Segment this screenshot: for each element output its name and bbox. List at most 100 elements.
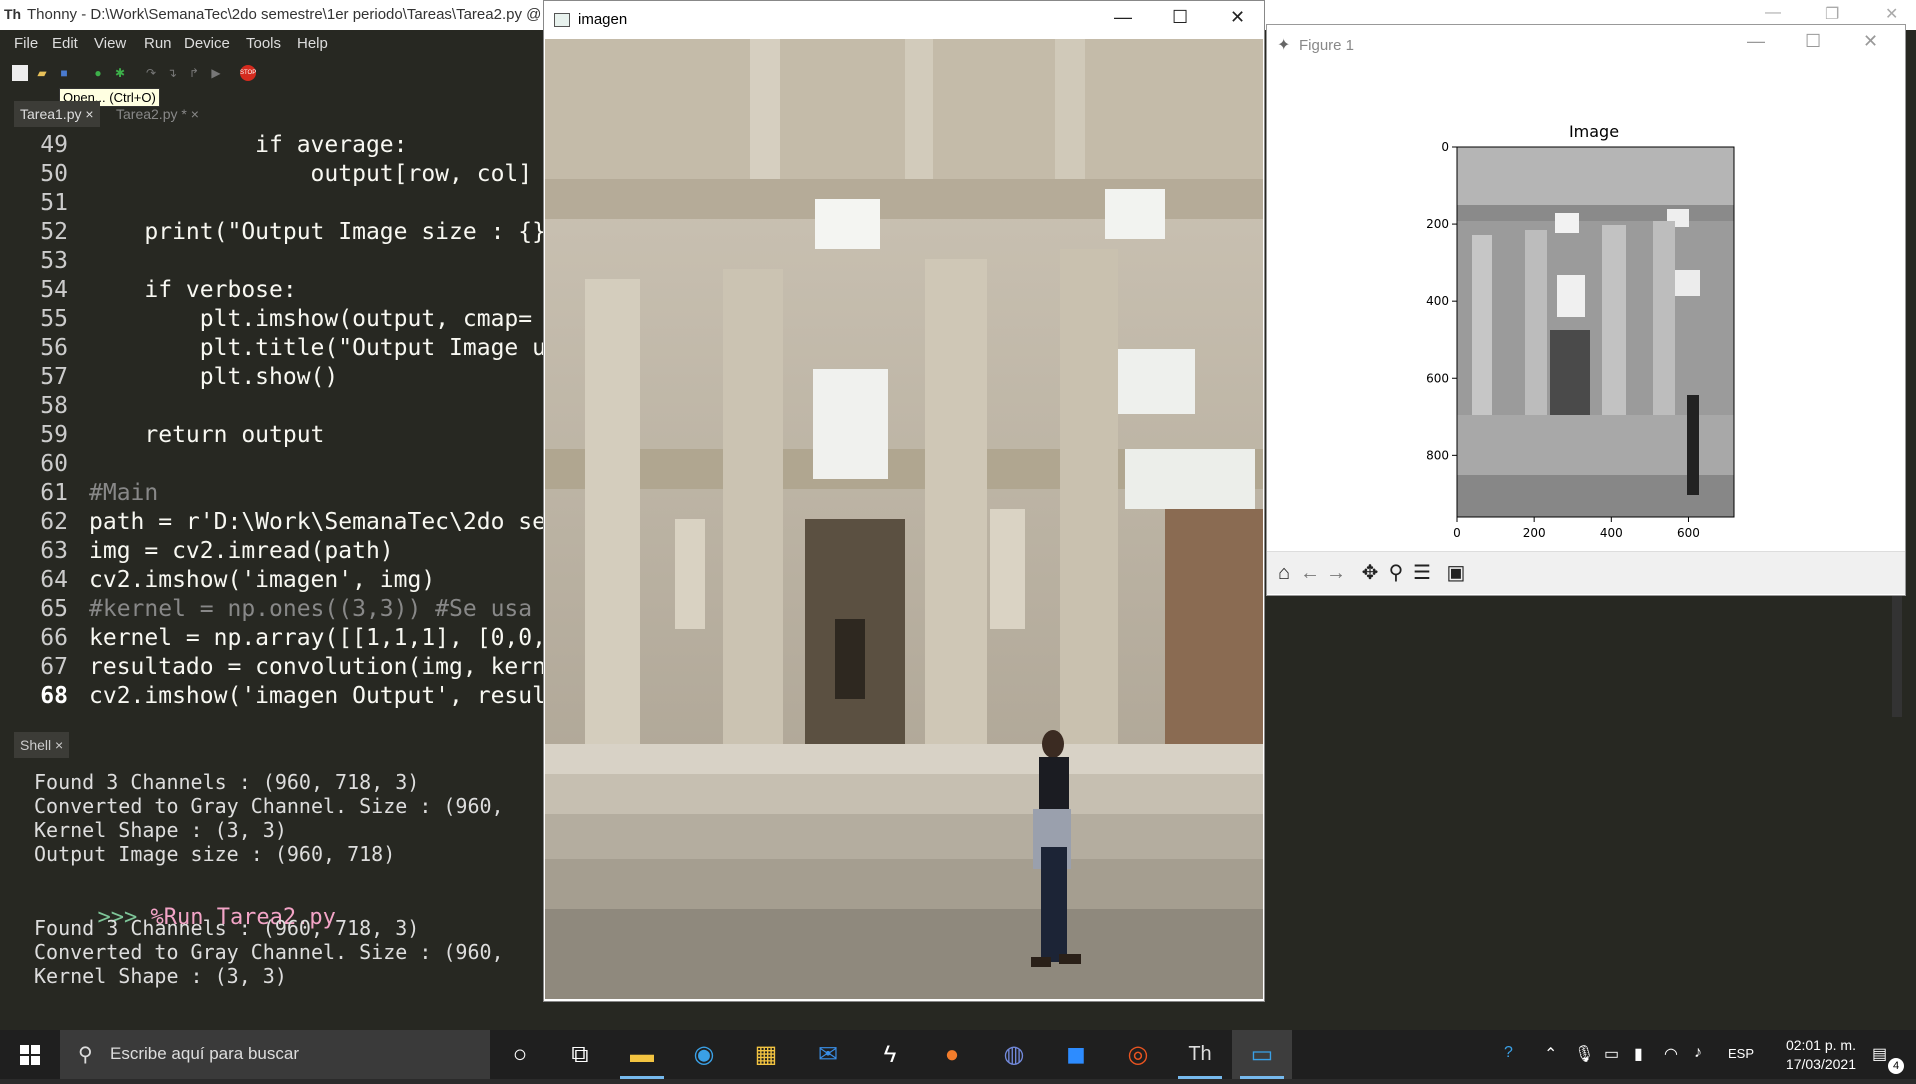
run-icon[interactable]: ● xyxy=(90,65,106,81)
shell-output-line: Kernel Shape : (3, 3) xyxy=(34,818,287,842)
volume-icon[interactable]: ♪ xyxy=(1694,1044,1702,1062)
line-number: 55 xyxy=(40,306,68,332)
maximize-icon[interactable]: ☐ xyxy=(1172,7,1188,28)
home-icon[interactable]: ⌂ xyxy=(1271,560,1297,586)
close-icon[interactable]: ✕ xyxy=(1230,7,1245,28)
line-number: 63 xyxy=(40,538,68,564)
save-icon[interactable]: ▣ xyxy=(1443,560,1469,586)
chevron-up-icon[interactable]: ⌃ xyxy=(1544,1044,1557,1064)
line-number: 57 xyxy=(40,364,68,390)
line-number: 50 xyxy=(40,161,68,187)
menu-run[interactable]: Run xyxy=(144,35,172,52)
close-icon[interactable]: ✕ xyxy=(1885,4,1898,24)
firefox-icon[interactable]: ● xyxy=(922,1030,982,1079)
battery-icon[interactable]: ▮ xyxy=(1634,1044,1643,1064)
code-line: plt.imshow(output, cmap= xyxy=(89,306,533,332)
shell-output-line: Kernel Shape : (3, 3) xyxy=(34,964,287,988)
minimize-icon[interactable]: — xyxy=(1114,7,1132,28)
shell-output-line: Converted to Gray Channel. Size : (960, xyxy=(34,794,504,818)
menu-view[interactable]: View xyxy=(94,35,126,52)
step-into-icon[interactable]: ↴ xyxy=(164,65,180,81)
line-number: 49 xyxy=(40,132,68,158)
help-icon[interactable]: ? xyxy=(1504,1044,1513,1062)
menu-file[interactable]: File xyxy=(14,35,38,52)
notifications-icon[interactable]: ▤ xyxy=(1872,1044,1887,1064)
start-button[interactable] xyxy=(0,1030,60,1079)
configure-icon[interactable]: ☰ xyxy=(1409,560,1435,586)
minimize-icon[interactable]: — xyxy=(1747,31,1765,52)
shell-output-line: Found 3 Channels : (960, 718, 3) xyxy=(34,916,420,940)
mail-icon[interactable]: ✉ xyxy=(798,1030,858,1079)
wifi-icon[interactable]: ◠ xyxy=(1664,1044,1678,1064)
library-photo xyxy=(545,39,1263,999)
thonny-taskbar-icon[interactable]: Th xyxy=(1170,1030,1230,1079)
forward-icon[interactable]: → xyxy=(1323,560,1349,586)
file-explorer-icon[interactable]: ▬ xyxy=(612,1030,672,1079)
line-number: 60 xyxy=(40,451,68,477)
x-tick-label: 600 xyxy=(1677,526,1700,540)
code-line: #kernel = np.ones((3,3)) #Se usa xyxy=(89,596,533,622)
shell-output-line: Converted to Gray Channel. Size : (960, xyxy=(34,940,504,964)
open-file-icon[interactable]: ▰ xyxy=(34,65,50,81)
shell-output-line: Output Image size : (960, 718) xyxy=(34,842,396,866)
step-out-icon[interactable]: ↱ xyxy=(186,65,202,81)
display-icon[interactable]: ▭ xyxy=(1604,1044,1619,1064)
code-line: if average: xyxy=(89,132,408,158)
terminal-icon[interactable]: ϟ xyxy=(860,1030,920,1079)
edge-icon[interactable]: ◉ xyxy=(674,1030,734,1079)
discord-icon[interactable]: ◍ xyxy=(984,1030,1044,1079)
zoom-icon[interactable]: ⚲ xyxy=(1383,560,1409,586)
tab-shell[interactable]: Shell × xyxy=(14,732,70,758)
menu-device[interactable]: Device xyxy=(184,35,230,52)
matplotlib-icon: ✦ xyxy=(1277,37,1291,54)
debug-icon[interactable]: ✱ xyxy=(112,65,128,81)
menu-help[interactable]: Help xyxy=(297,35,328,52)
resume-icon[interactable]: ▶ xyxy=(208,65,224,81)
notification-badge: 4 xyxy=(1888,1058,1904,1074)
line-number: 65 xyxy=(40,596,68,622)
pan-icon[interactable]: ✥ xyxy=(1357,560,1383,586)
code-line: return output xyxy=(89,422,325,448)
step-over-icon[interactable]: ↷ xyxy=(143,65,159,81)
imagen-title: imagen xyxy=(578,11,628,28)
python-window-icon[interactable]: ▭ xyxy=(1232,1030,1292,1079)
menu-edit[interactable]: Edit xyxy=(52,35,78,52)
store-icon[interactable]: ▦ xyxy=(736,1030,796,1079)
code-line: resultado = convolution(img, kern xyxy=(89,654,546,680)
figure-plot[interactable]: Image 0 200 400 600 800 0 200 400 600 xyxy=(1267,75,1905,545)
thonny-logo-icon: Th xyxy=(4,6,22,22)
ubuntu-icon[interactable]: ◎ xyxy=(1108,1030,1168,1079)
microphone-icon[interactable]: 🎙 xyxy=(1574,1044,1594,1064)
tab-tarea1[interactable]: Tarea1.py × xyxy=(14,101,100,127)
new-file-icon[interactable] xyxy=(12,65,28,81)
back-icon[interactable]: ← xyxy=(1297,560,1323,586)
close-icon[interactable]: ✕ xyxy=(1863,31,1878,52)
menu-tools[interactable]: Tools xyxy=(246,35,281,52)
line-number: 59 xyxy=(40,422,68,448)
minimize-icon[interactable]: — xyxy=(1765,4,1781,22)
imagen-window: imagen — ☐ ✕ xyxy=(543,0,1265,1002)
shell-output-line: Found 3 Channels : (960, 718, 3) xyxy=(34,770,420,794)
restore-icon[interactable]: ❐ xyxy=(1825,4,1839,24)
line-number: 58 xyxy=(40,393,68,419)
search-placeholder: Escribe aquí para buscar xyxy=(110,1044,299,1063)
window-icon xyxy=(554,13,570,27)
code-line: cv2.imshow('imagen', img) xyxy=(89,567,436,593)
imagen-titlebar[interactable]: imagen — ☐ ✕ xyxy=(544,1,1264,39)
x-tick-label: 0 xyxy=(1453,526,1461,540)
code-line: cv2.imshow('imagen Output', resul xyxy=(89,683,546,709)
y-tick-label: 0 xyxy=(1441,140,1449,154)
search-box[interactable]: ⚲ Escribe aquí para buscar xyxy=(60,1030,490,1079)
clock[interactable]: 02:01 p. m. 17/03/2021 xyxy=(1786,1036,1856,1074)
maximize-icon[interactable]: ☐ xyxy=(1805,31,1821,52)
stop-icon[interactable]: STOP xyxy=(240,65,256,81)
cortana-icon[interactable]: ○ xyxy=(490,1030,550,1079)
zoom-app-icon[interactable]: ◼ xyxy=(1046,1030,1106,1079)
line-number: 64 xyxy=(40,567,68,593)
code-line: kernel = np.array([[1,1,1], [0,0, xyxy=(89,625,546,651)
tab-tarea2[interactable]: Tarea2.py * × xyxy=(110,101,205,127)
task-view-icon[interactable]: ⧉ xyxy=(550,1030,610,1079)
taskbar: ⚲ Escribe aquí para buscar ○ ⧉ ▬ ◉ ▦ ✉ ϟ… xyxy=(0,1030,1916,1079)
language-indicator[interactable]: ESP xyxy=(1728,1046,1754,1061)
save-icon[interactable]: ■ xyxy=(56,65,72,81)
